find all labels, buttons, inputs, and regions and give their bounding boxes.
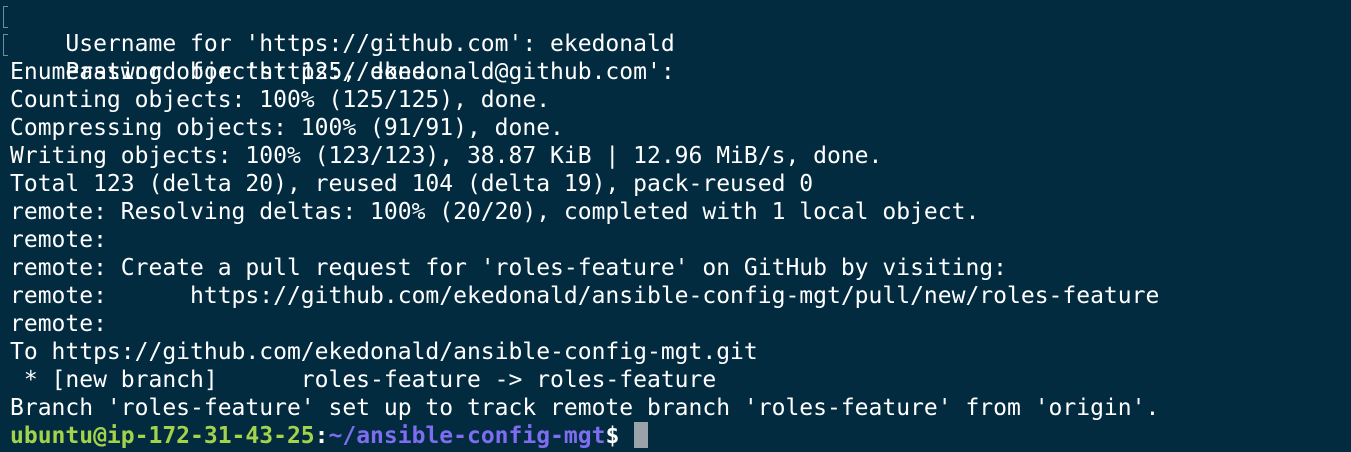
terminal-line: Enumerating objects: 125, done. bbox=[10, 59, 440, 85]
terminal-line: remote: bbox=[10, 227, 107, 253]
terminal-line: Total 123 (delta 20), reused 104 (delta … bbox=[10, 171, 814, 197]
terminal-line-pull-request-url: remote: https://github.com/ekedonald/ans… bbox=[10, 283, 1160, 309]
terminal-line: remote: Resolving deltas: 100% (20/20), … bbox=[10, 199, 980, 225]
terminal-line: Compressing objects: 100% (91/91), done. bbox=[10, 115, 564, 141]
command-mark-icon bbox=[3, 34, 8, 56]
terminal-line: remote: bbox=[10, 311, 107, 337]
terminal-line-remote-url: To https://github.com/ekedonald/ansible-… bbox=[10, 339, 758, 365]
shell-prompt[interactable]: ubuntu@ip-172-31-43-25:~/ansible-config-… bbox=[10, 422, 1351, 450]
prompt-symbol: $ bbox=[605, 423, 620, 449]
terminal-line: Branch 'roles-feature' set up to track r… bbox=[10, 395, 1160, 421]
terminal-line-password: Password for 'https://ekedonald@github.c… bbox=[3, 30, 1351, 85]
prompt-path: ~/ansible-config-mgt bbox=[328, 423, 606, 449]
terminal-line: Writing objects: 100% (123/123), 38.87 K… bbox=[10, 143, 883, 169]
terminal-line: remote: Create a pull request for 'roles… bbox=[10, 255, 1007, 281]
terminal-line: Counting objects: 100% (125/125), done. bbox=[10, 87, 551, 113]
terminal-line: * [new branch] roles-feature -> roles-fe… bbox=[10, 367, 717, 393]
prompt-user-host: ubuntu@ip-172-31-43-25 bbox=[10, 423, 315, 449]
command-mark-icon bbox=[3, 6, 8, 28]
prompt-separator: : bbox=[314, 423, 329, 449]
terminal-line-username: Username for 'https://github.com': ekedo… bbox=[3, 2, 1351, 57]
terminal-window[interactable]: Username for 'https://github.com': ekedo… bbox=[0, 0, 1351, 452]
text-cursor[interactable] bbox=[634, 422, 649, 448]
